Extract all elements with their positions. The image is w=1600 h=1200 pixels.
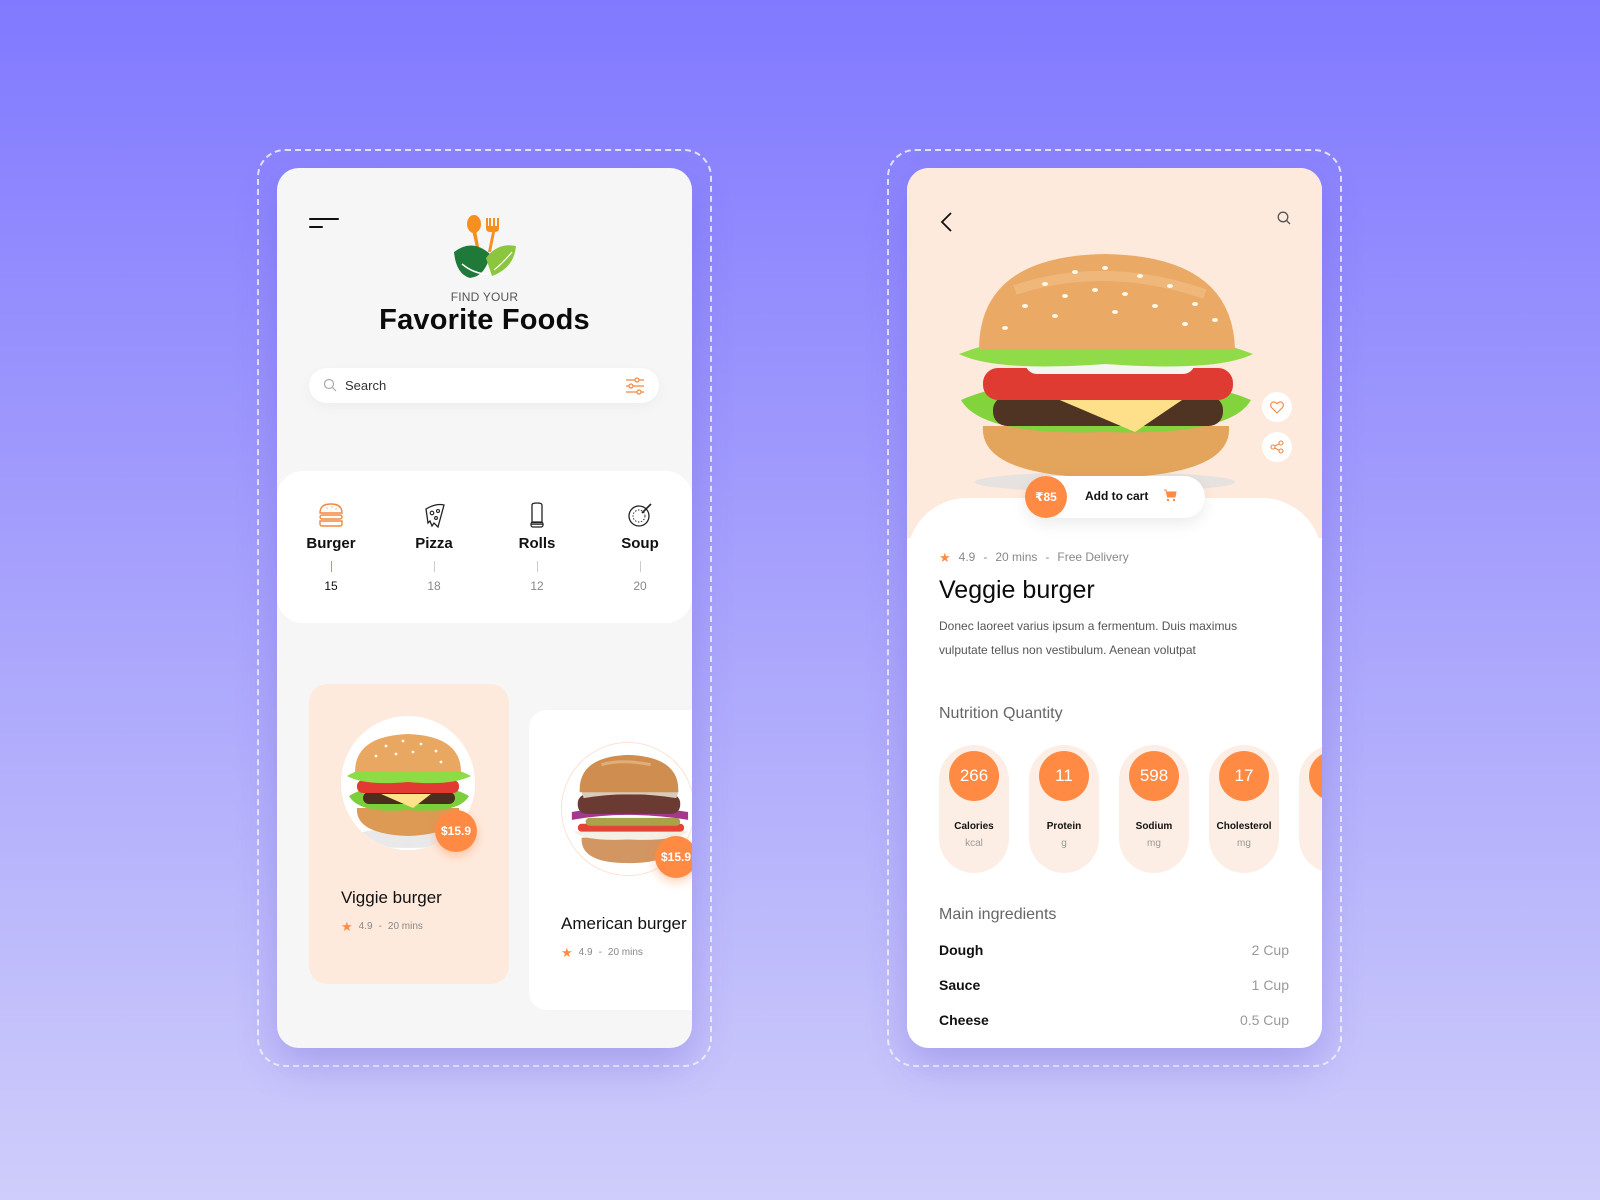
detail-meta: ★ 4.9 - 20 mins - Free Delivery <box>939 550 1129 564</box>
price-badge: $15.9 <box>655 836 692 878</box>
category-count: 20 <box>633 579 647 593</box>
page-title: Favorite Foods <box>379 304 590 336</box>
nutrition-value <box>1309 751 1322 801</box>
nutrition-list[interactable]: 266 Calories kcal 11 Protein g 598 Sodiu… <box>939 745 1322 875</box>
category-count: 12 <box>530 579 544 593</box>
category-indicator <box>639 561 641 572</box>
nutrition-value: 17 <box>1219 751 1269 801</box>
nutrition-label: Protein <box>1046 821 1082 832</box>
search-icon <box>323 378 337 392</box>
category-count: 15 <box>324 579 338 593</box>
price-badge: ₹85 <box>1025 476 1067 518</box>
add-to-cart-label[interactable]: Add to cart <box>1085 489 1148 503</box>
category-rolls[interactable]: Rolls 12 <box>497 501 577 593</box>
heart-icon <box>1270 400 1284 414</box>
category-indicator <box>536 561 538 572</box>
rating: 4.9 <box>358 921 373 932</box>
category-indicator <box>330 561 332 572</box>
kicker-text: FIND YOUR <box>450 290 519 304</box>
category-label: Rolls <box>518 535 556 552</box>
delivery-info: Free Delivery <box>1057 550 1129 564</box>
category-pizza[interactable]: Pizza 18 <box>394 501 474 593</box>
category-count: 18 <box>427 579 441 593</box>
prep-time: 20 mins <box>995 550 1038 564</box>
nutrition-label: Cholesterol <box>1216 821 1272 832</box>
nutrition-unit: g <box>1061 838 1067 849</box>
food-title: Veggie burger <box>939 576 1095 604</box>
category-label: Burger <box>306 535 356 552</box>
food-meta: ★ 4.9 - 20 mins <box>561 946 643 959</box>
favorite-button[interactable] <box>1262 392 1292 422</box>
separator: - <box>1045 550 1050 564</box>
prep-time: 20 mins <box>387 921 423 932</box>
separator: - <box>598 947 602 958</box>
ingredients-heading: Main ingredients <box>939 906 1057 923</box>
search-input[interactable] <box>345 368 605 403</box>
back-arrow-icon[interactable] <box>937 210 957 234</box>
food-card[interactable]: $15.9 Viggie burger ★ 4.9 - 20 mins <box>309 684 509 984</box>
filter-sliders-icon[interactable] <box>625 377 645 395</box>
detail-screen: ₹85 Add to cart ★ 4.9 - 20 mins - Free D… <box>907 168 1322 1048</box>
category-burger[interactable]: Burger 15 <box>291 501 371 593</box>
ingredient-qty: 1 Cup <box>1251 977 1289 993</box>
star-icon: ★ <box>939 549 951 565</box>
nutrition-heading: Nutrition Quantity <box>939 705 1063 722</box>
fork-spoon-leaf-logo <box>454 215 516 278</box>
ingredient-row: Dough 2 Cup <box>939 942 1289 958</box>
ingredient-name: Sauce <box>939 977 981 993</box>
nutrition-item-sodium: 598 Sodium mg <box>1119 745 1189 873</box>
rating: 4.9 <box>578 947 593 958</box>
veggie-burger-image <box>959 254 1253 490</box>
nutrition-item-partial: C <box>1299 745 1322 873</box>
separator: - <box>983 550 988 564</box>
price-badge: $15.9 <box>435 810 477 852</box>
cart-icon <box>1164 489 1177 502</box>
nutrition-unit: kcal <box>965 838 983 849</box>
category-soup[interactable]: Soup 20 <box>600 501 680 593</box>
share-icon <box>1270 440 1284 454</box>
ingredient-qty: 2 Cup <box>1251 942 1289 958</box>
food-description: Donec laoreet varius ipsum a fermentum. … <box>939 619 1238 657</box>
pizza-icon <box>425 503 445 529</box>
nutrition-value: 598 <box>1129 751 1179 801</box>
roll-icon <box>530 502 544 528</box>
nutrition-item-cholesterol: 17 Cholesterol mg <box>1209 745 1279 873</box>
food-meta: ★ 4.9 - 20 mins <box>341 920 423 933</box>
share-button[interactable] <box>1262 432 1292 462</box>
home-screen: FIND YOUR Favorite Foods Burger <box>277 168 692 1048</box>
search-icon[interactable] <box>1276 210 1292 226</box>
category-label: Pizza <box>415 535 453 552</box>
ingredient-qty: 0.5 Cup <box>1239 1012 1289 1028</box>
nutrition-unit: mg <box>1237 838 1251 849</box>
ingredient-row: Cheese 0.5 Cup <box>939 1012 1289 1028</box>
ingredient-row: Sauce 1 Cup <box>939 977 1289 993</box>
star-icon: ★ <box>561 945 573 960</box>
soup-icon <box>628 503 652 527</box>
star-icon: ★ <box>341 919 353 934</box>
food-name: American burger <box>561 914 687 933</box>
prep-time: 20 mins <box>607 947 643 958</box>
burger-icon <box>319 503 343 527</box>
category-indicator <box>433 561 435 572</box>
category-label: Soup <box>621 535 659 552</box>
search-bar[interactable] <box>309 368 659 403</box>
food-name: Viggie burger <box>341 888 442 907</box>
nutrition-item-protein: 11 Protein g <box>1029 745 1099 873</box>
nutrition-label: C <box>1299 821 1322 832</box>
rating: 4.9 <box>958 550 976 564</box>
nutrition-label: Sodium <box>1135 821 1173 832</box>
hamburger-menu-icon[interactable] <box>309 218 339 230</box>
food-card[interactable]: $15.9 American burger ★ 4.9 - 20 mins <box>529 710 692 1010</box>
ingredient-name: Dough <box>939 942 984 958</box>
nutrition-item-calories: 266 Calories kcal <box>939 745 1009 873</box>
nutrition-value: 266 <box>949 751 999 801</box>
nutrition-unit: mg <box>1147 838 1161 849</box>
ingredient-name: Cheese <box>939 1012 989 1028</box>
nutrition-value: 11 <box>1039 751 1089 801</box>
category-selector: Burger 15 Pizza 18 Rolls 12 Soup 20 <box>277 471 692 623</box>
nutrition-label: Calories <box>954 821 994 832</box>
separator: - <box>378 921 382 932</box>
